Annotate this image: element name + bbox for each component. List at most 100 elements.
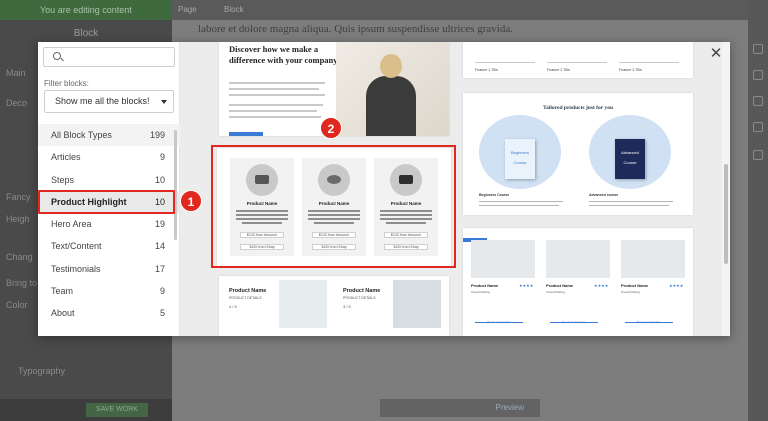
book-title: Advanced — [621, 150, 639, 155]
cloud-icon[interactable] — [753, 96, 763, 106]
category-label: Team — [51, 286, 74, 297]
callout-badge-2: 2 — [320, 117, 342, 139]
device-preview-bar: Preview — [380, 399, 540, 417]
product-details: PRODUCT DETAILS — [229, 296, 262, 300]
book-sub: Course — [513, 160, 527, 165]
course-label: Beginners Course — [479, 193, 510, 197]
text-icon[interactable] — [753, 150, 763, 160]
amazon-link: See it on Amazon — [625, 320, 673, 324]
course-circle: Advanced Course — [589, 115, 671, 189]
book-sub: Course — [623, 160, 637, 165]
preview-hero-photo — [336, 42, 449, 136]
category-label: Testimonials — [51, 263, 101, 274]
product-name: Product Name — [546, 283, 574, 288]
callout-badge-1: 1 — [180, 190, 202, 212]
text-line — [229, 104, 323, 106]
product-rating: 4 / 5 — [229, 304, 237, 309]
save-work-button[interactable]: SAVE WORK — [86, 403, 148, 417]
category-label: Steps — [51, 174, 75, 185]
feature-title: Feature 2 Title — [547, 68, 570, 72]
category-count: 10 — [154, 174, 165, 185]
category-item[interactable]: All Block Types 199 — [38, 124, 180, 147]
preview-cta-button — [229, 132, 263, 136]
editing-banner: You are editing content — [0, 0, 172, 20]
courses-title: Tailored products just for you — [542, 105, 614, 111]
text-line — [229, 94, 325, 96]
product-details: PRODUCT DETAILS — [343, 296, 376, 300]
settings-icon[interactable] — [753, 122, 763, 132]
text-line — [619, 62, 679, 63]
product-column: Product Name PRODUCT DETAILS 3 / 5 — [333, 276, 443, 334]
filter-label: Filter blocks: — [44, 79, 89, 88]
text-line — [229, 110, 317, 112]
course-label: Advanced course — [589, 193, 619, 197]
person-head — [380, 54, 402, 78]
side-label-change: Chang — [6, 252, 33, 262]
category-item[interactable]: Text/Content 14 — [38, 235, 180, 257]
text-line — [547, 62, 607, 63]
search-icon — [53, 52, 61, 60]
filter-select-value: Show me all the blocks! — [55, 96, 150, 106]
product-name: Product Name — [621, 283, 649, 288]
link-icon[interactable] — [753, 70, 763, 80]
category-count: 199 — [149, 130, 165, 140]
category-item[interactable]: Testimonials 17 — [38, 258, 180, 280]
category-list: All Block Types 199 Articles 9 Steps 10 … — [38, 124, 180, 325]
rating-stars: ★★★★ — [669, 283, 684, 288]
product-image — [546, 240, 610, 278]
text-line — [229, 88, 319, 90]
text-line — [479, 201, 563, 202]
side-label-fancy: Fancy — [6, 192, 31, 202]
filter-select[interactable]: Show me all the blocks! — [44, 90, 174, 113]
side-label-deco: Deco — [6, 98, 28, 108]
category-item[interactable]: Steps 10 — [38, 169, 180, 191]
text-line — [475, 62, 535, 63]
preview-card-product-pair[interactable]: Product Name PRODUCT DETAILS 4 / 5 Produ… — [219, 276, 449, 336]
editor-breadcrumb-bar: Page Block — [172, 0, 748, 20]
preview-card-features[interactable]: Feature 1 Title Feature 2 Title Feature … — [463, 42, 693, 78]
side-label-typography: Typography — [18, 366, 66, 376]
category-label: Text/Content — [51, 241, 102, 252]
category-item[interactable]: Articles 9 — [38, 146, 180, 168]
preview-button[interactable]: Preview — [496, 403, 524, 412]
book-cover: Beginners Course — [505, 139, 535, 179]
category-label: About — [51, 308, 75, 319]
text-line — [479, 205, 559, 206]
preview-hero-title: Discover how we make a difference with y… — [229, 44, 338, 65]
amazon-link: See it on Amazon — [475, 320, 523, 324]
canvas-paragraph: labore et dolore magna aliqua. Quis ipsu… — [198, 23, 513, 35]
preview-card-three-products[interactable]: Product Name ★★★★ Overall Rating See it … — [463, 228, 693, 336]
breadcrumb-block[interactable]: Block — [224, 5, 244, 14]
overall-rating: Overall Rating — [471, 290, 491, 294]
text-line — [229, 116, 321, 118]
category-count: 19 — [154, 219, 165, 230]
category-item[interactable]: Team 9 — [38, 280, 180, 302]
chevron-down-icon — [161, 100, 167, 104]
overall-rating: Overall Rating — [546, 290, 566, 294]
category-item[interactable]: About 5 — [38, 302, 180, 324]
category-count: 9 — [159, 286, 165, 297]
overall-rating: Overall Rating — [621, 290, 641, 294]
product-image — [621, 240, 685, 278]
text-line — [229, 82, 325, 84]
add-icon[interactable] — [753, 44, 763, 54]
close-icon[interactable]: ✕ — [708, 46, 724, 62]
highlight-frame-1 — [38, 190, 175, 214]
breadcrumb-page[interactable]: Page — [178, 5, 197, 14]
category-item[interactable]: Hero Area 19 — [38, 213, 180, 235]
category-label: Articles — [51, 152, 81, 163]
category-label: All Block Types — [51, 130, 112, 140]
preview-card-courses[interactable]: Tailored products just for you Beginners… — [463, 93, 693, 215]
preview-scrollbar[interactable] — [724, 164, 728, 264]
rating-stars: ★★★★ — [594, 283, 609, 288]
side-label-color: Color — [6, 300, 28, 310]
sidebar-scrollbar[interactable] — [174, 130, 177, 240]
text-line — [589, 205, 669, 206]
side-label-bring: Bring to — [6, 278, 38, 288]
category-count: 17 — [154, 263, 165, 274]
product-image — [471, 240, 535, 278]
feature-title: Feature 3 Title — [619, 68, 642, 72]
search-input[interactable] — [68, 50, 172, 64]
search-box[interactable] — [43, 47, 175, 67]
category-label: Hero Area — [51, 219, 92, 230]
